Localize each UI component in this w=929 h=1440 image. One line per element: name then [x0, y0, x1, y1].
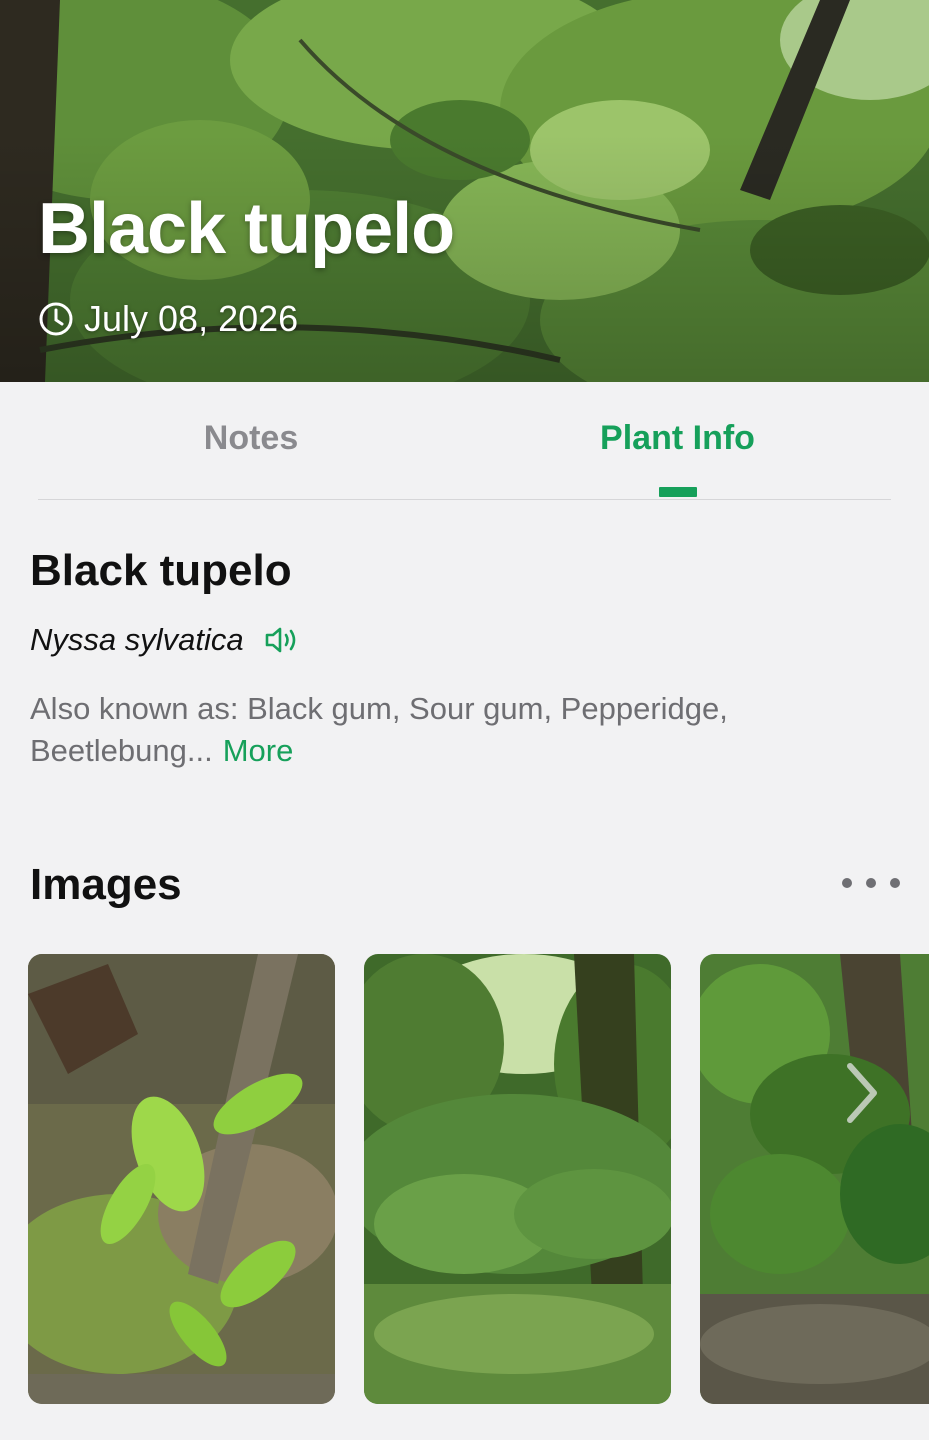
chevron-right-icon[interactable] — [840, 1060, 884, 1126]
plant-common-name: Black tupelo — [30, 546, 292, 595]
thumbnail-photo-3 — [700, 954, 929, 1404]
active-tab-indicator — [659, 487, 697, 497]
tab-bar: Notes Plant Info — [38, 382, 891, 500]
hero-date: July 08, 2026 — [38, 298, 298, 340]
hero-date-text: July 08, 2026 — [84, 298, 299, 339]
images-section-title: Images — [30, 860, 182, 909]
thumbnail-photo-2 — [364, 954, 671, 1404]
also-known-as: Also known as: Black gum, Sour gum, Pepp… — [30, 688, 890, 772]
thumbnail-photo-1 — [28, 954, 335, 1404]
image-thumbnail-2[interactable] — [364, 954, 671, 1404]
dot — [890, 878, 900, 888]
plant-detail-page: Black tupelo July 08, 2026 Notes Plant I… — [0, 0, 929, 1440]
dot — [842, 878, 852, 888]
dot — [866, 878, 876, 888]
also-known-as-text: Also known as: Black gum, Sour gum, Pepp… — [30, 691, 728, 768]
clock-icon — [39, 302, 73, 336]
tab-plant-info[interactable]: Plant Info — [464, 416, 891, 460]
more-link[interactable]: More — [223, 733, 294, 768]
plant-scientific-name: Nyssa sylvatica — [30, 622, 244, 657]
hero-photo: Black tupelo July 08, 2026 — [0, 0, 929, 382]
speaker-icon[interactable] — [264, 625, 302, 655]
more-dots-icon[interactable] — [842, 868, 900, 898]
hero-title: Black tupelo — [38, 189, 455, 269]
image-thumbnail-3[interactable] — [700, 954, 929, 1404]
scientific-name-row: Nyssa sylvatica — [30, 620, 302, 660]
tab-notes[interactable]: Notes — [38, 416, 464, 460]
image-thumbnail-1[interactable] — [28, 954, 335, 1404]
